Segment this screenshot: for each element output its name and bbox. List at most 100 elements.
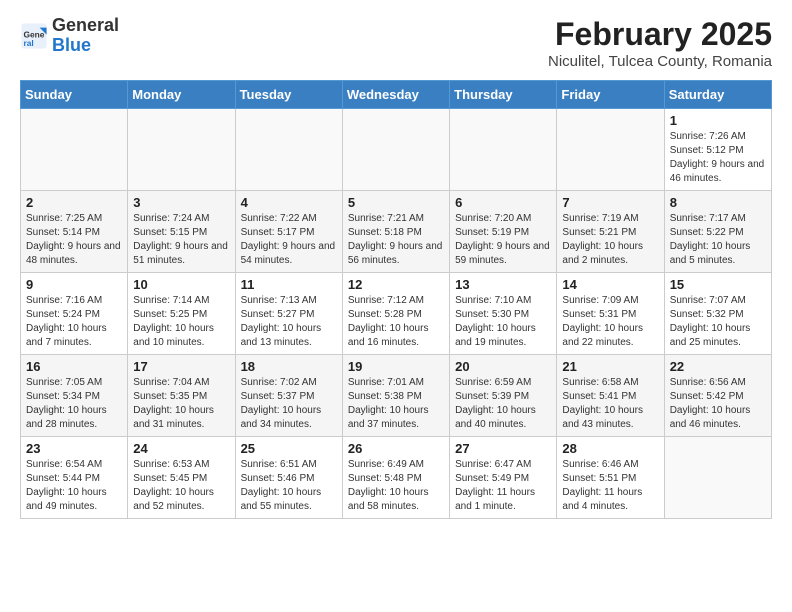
weekday-header-thursday: Thursday [450, 81, 557, 109]
day-number: 14 [562, 277, 658, 292]
page: Gene ral General Blue February 2025 Nicu… [0, 0, 792, 535]
weekday-header-row: SundayMondayTuesdayWednesdayThursdayFrid… [21, 81, 772, 109]
day-info: Sunrise: 7:14 AM Sunset: 5:25 PM Dayligh… [133, 294, 229, 350]
calendar-week-row: 9 Sunrise: 7:16 AM Sunset: 5:24 PM Daylig… [21, 273, 772, 355]
calendar-cell: 7Sunrise: 7:19 AM Sunset: 5:21 PM Daylig… [557, 191, 664, 273]
calendar-cell: 3 Sunrise: 7:24 AM Sunset: 5:15 PM Daylig… [128, 191, 235, 273]
header: Gene ral General Blue February 2025 Nicu… [20, 16, 772, 70]
day-info: Sunrise: 7:10 AM Sunset: 5:30 PM Dayligh… [455, 294, 551, 350]
calendar-cell: 5Sunrise: 7:21 AM Sunset: 5:18 PM Daylig… [342, 191, 449, 273]
day-info: Sunrise: 7:07 AM Sunset: 5:32 PM Dayligh… [670, 294, 766, 350]
day-info: Sunrise: 7:26 AM Sunset: 5:12 PM Dayligh… [670, 130, 766, 186]
logo-blue-text: Blue [52, 36, 119, 56]
day-info: Sunrise: 7:02 AM Sunset: 5:37 PM Dayligh… [241, 376, 337, 432]
weekday-header-tuesday: Tuesday [235, 81, 342, 109]
day-info: Sunrise: 6:54 AM Sunset: 5:44 PM Dayligh… [26, 458, 122, 514]
day-number: 26 [348, 441, 444, 456]
day-info: Sunrise: 7:25 AM Sunset: 5:14 PM Dayligh… [26, 212, 122, 268]
day-number: 18 [241, 359, 337, 374]
day-info: Sunrise: 7:17 AM Sunset: 5:22 PM Dayligh… [670, 212, 766, 268]
weekday-header-friday: Friday [557, 81, 664, 109]
day-info: Sunrise: 7:13 AM Sunset: 5:27 PM Dayligh… [241, 294, 337, 350]
calendar-cell: 11 Sunrise: 7:13 AM Sunset: 5:27 PM Dayli… [235, 273, 342, 355]
day-number: 11 [241, 277, 337, 292]
day-number: 24 [133, 441, 229, 456]
day-info: Sunrise: 6:58 AM Sunset: 5:41 PM Dayligh… [562, 376, 658, 432]
day-number: 17 [133, 359, 229, 374]
calendar-cell: 26Sunrise: 6:49 AM Sunset: 5:48 PM Dayli… [342, 437, 449, 519]
calendar-cell [664, 437, 771, 519]
calendar-cell: 17 Sunrise: 7:04 AM Sunset: 5:35 PM Dayli… [128, 355, 235, 437]
day-info: Sunrise: 7:24 AM Sunset: 5:15 PM Dayligh… [133, 212, 229, 268]
day-number: 25 [241, 441, 337, 456]
calendar-cell [450, 109, 557, 191]
day-info: Sunrise: 7:16 AM Sunset: 5:24 PM Dayligh… [26, 294, 122, 350]
weekday-header-wednesday: Wednesday [342, 81, 449, 109]
calendar-week-row: 23 Sunrise: 6:54 AM Sunset: 5:44 PM Dayli… [21, 437, 772, 519]
day-info: Sunrise: 7:09 AM Sunset: 5:31 PM Dayligh… [562, 294, 658, 350]
calendar-cell: 25 Sunrise: 6:51 AM Sunset: 5:46 PM Dayli… [235, 437, 342, 519]
title-block: February 2025 Niculitel, Tulcea County, … [548, 16, 772, 70]
day-number: 10 [133, 277, 229, 292]
logo-icon: Gene ral [20, 22, 48, 50]
day-number: 3 [133, 195, 229, 210]
calendar-cell: 15 Sunrise: 7:07 AM Sunset: 5:32 PM Dayli… [664, 273, 771, 355]
day-info: Sunrise: 6:47 AM Sunset: 5:49 PM Dayligh… [455, 458, 551, 514]
calendar-cell [128, 109, 235, 191]
calendar-cell: 19Sunrise: 7:01 AM Sunset: 5:38 PM Dayli… [342, 355, 449, 437]
day-number: 28 [562, 441, 658, 456]
day-number: 15 [670, 277, 766, 292]
day-info: Sunrise: 7:20 AM Sunset: 5:19 PM Dayligh… [455, 212, 551, 268]
calendar-cell: 18 Sunrise: 7:02 AM Sunset: 5:37 PM Dayli… [235, 355, 342, 437]
calendar-cell: 10 Sunrise: 7:14 AM Sunset: 5:25 PM Dayli… [128, 273, 235, 355]
day-number: 20 [455, 359, 551, 374]
day-number: 8 [670, 195, 766, 210]
month-year: February 2025 [548, 16, 772, 53]
day-number: 12 [348, 277, 444, 292]
calendar-cell: 9 Sunrise: 7:16 AM Sunset: 5:24 PM Daylig… [21, 273, 128, 355]
logo-general-text: General [52, 16, 119, 36]
calendar-cell: 6 Sunrise: 7:20 AM Sunset: 5:19 PM Daylig… [450, 191, 557, 273]
calendar-cell: 4 Sunrise: 7:22 AM Sunset: 5:17 PM Daylig… [235, 191, 342, 273]
day-number: 6 [455, 195, 551, 210]
calendar-week-row: 1 Sunrise: 7:26 AM Sunset: 5:12 PM Daylig… [21, 109, 772, 191]
calendar-cell: 23 Sunrise: 6:54 AM Sunset: 5:44 PM Dayli… [21, 437, 128, 519]
day-number: 27 [455, 441, 551, 456]
svg-text:ral: ral [24, 38, 34, 48]
calendar-cell: 22 Sunrise: 6:56 AM Sunset: 5:42 PM Dayli… [664, 355, 771, 437]
day-number: 23 [26, 441, 122, 456]
weekday-header-sunday: Sunday [21, 81, 128, 109]
location: Niculitel, Tulcea County, Romania [548, 53, 772, 70]
day-info: Sunrise: 7:12 AM Sunset: 5:28 PM Dayligh… [348, 294, 444, 350]
day-number: 1 [670, 113, 766, 128]
day-number: 22 [670, 359, 766, 374]
calendar-cell [21, 109, 128, 191]
day-number: 16 [26, 359, 122, 374]
day-number: 4 [241, 195, 337, 210]
day-info: Sunrise: 7:05 AM Sunset: 5:34 PM Dayligh… [26, 376, 122, 432]
calendar-table: SundayMondayTuesdayWednesdayThursdayFrid… [20, 80, 772, 519]
day-info: Sunrise: 6:56 AM Sunset: 5:42 PM Dayligh… [670, 376, 766, 432]
day-number: 21 [562, 359, 658, 374]
calendar-cell: 24 Sunrise: 6:53 AM Sunset: 5:45 PM Dayli… [128, 437, 235, 519]
calendar-cell: 14 Sunrise: 7:09 AM Sunset: 5:31 PM Dayli… [557, 273, 664, 355]
calendar-cell [342, 109, 449, 191]
calendar-cell: 28 Sunrise: 6:46 AM Sunset: 5:51 PM Dayli… [557, 437, 664, 519]
calendar-cell [557, 109, 664, 191]
day-info: Sunrise: 7:01 AM Sunset: 5:38 PM Dayligh… [348, 376, 444, 432]
day-info: Sunrise: 6:51 AM Sunset: 5:46 PM Dayligh… [241, 458, 337, 514]
day-info: Sunrise: 6:46 AM Sunset: 5:51 PM Dayligh… [562, 458, 658, 514]
logo: Gene ral General Blue [20, 16, 119, 56]
calendar-week-row: 2 Sunrise: 7:25 AM Sunset: 5:14 PM Daylig… [21, 191, 772, 273]
day-info: Sunrise: 7:22 AM Sunset: 5:17 PM Dayligh… [241, 212, 337, 268]
day-number: 7 [562, 195, 658, 210]
day-info: Sunrise: 7:21 AM Sunset: 5:18 PM Dayligh… [348, 212, 444, 268]
day-info: Sunrise: 6:53 AM Sunset: 5:45 PM Dayligh… [133, 458, 229, 514]
calendar-cell: 21 Sunrise: 6:58 AM Sunset: 5:41 PM Dayli… [557, 355, 664, 437]
day-info: Sunrise: 6:59 AM Sunset: 5:39 PM Dayligh… [455, 376, 551, 432]
calendar-cell: 8 Sunrise: 7:17 AM Sunset: 5:22 PM Daylig… [664, 191, 771, 273]
day-info: Sunrise: 7:04 AM Sunset: 5:35 PM Dayligh… [133, 376, 229, 432]
day-number: 2 [26, 195, 122, 210]
day-number: 9 [26, 277, 122, 292]
calendar-cell [235, 109, 342, 191]
